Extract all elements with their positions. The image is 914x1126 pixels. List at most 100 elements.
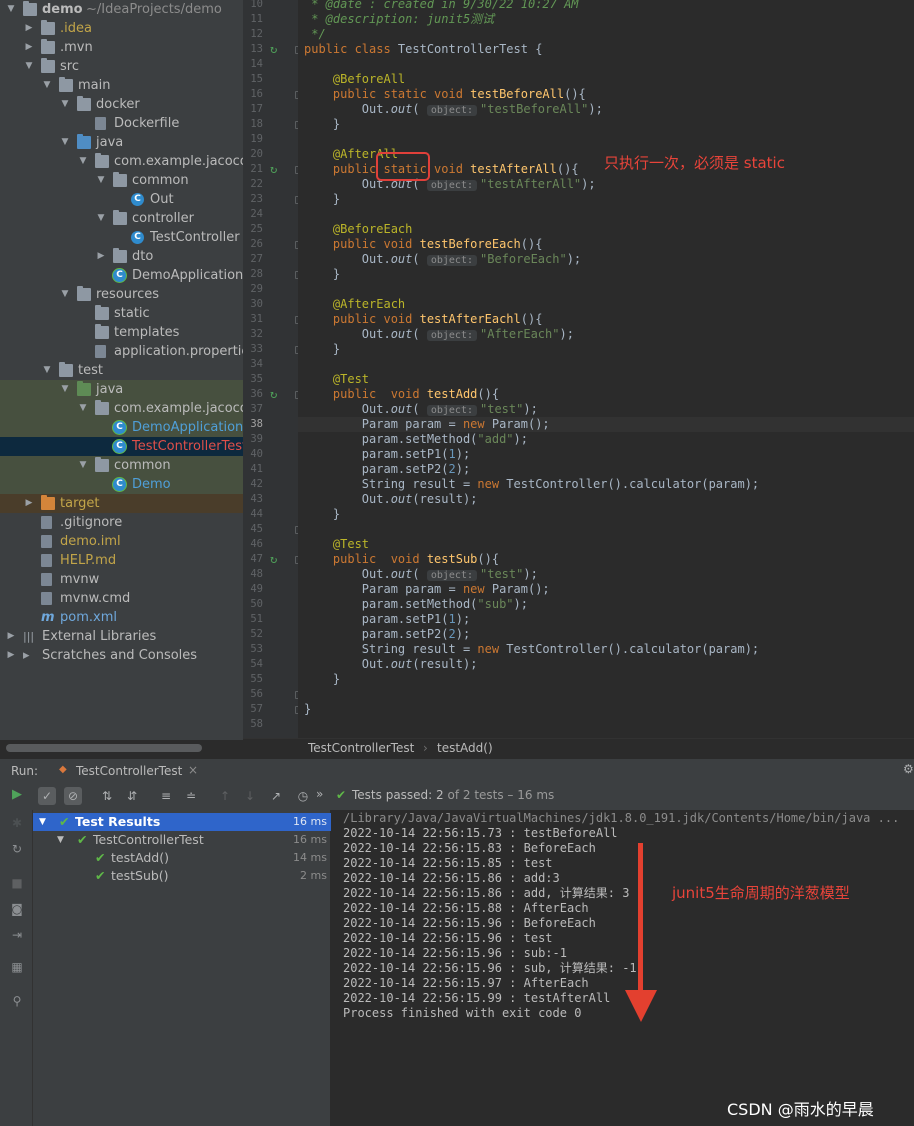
tree-item[interactable]: mvnw [0, 570, 243, 589]
collapse-all-icon[interactable]: ≐ [182, 787, 200, 805]
chevron-down-icon[interactable]: ▼ [57, 831, 64, 849]
show-ignored-icon[interactable]: ⊘ [64, 787, 82, 805]
chevron-down-icon[interactable]: ▼ [24, 57, 34, 76]
tree-item[interactable]: ▼ common [0, 456, 243, 475]
tree-item[interactable]: ▶ ▸ Scratches and Consoles [0, 646, 243, 665]
tree-item[interactable]: ▼ resources [0, 285, 243, 304]
stop-icon[interactable]: ■ [10, 876, 24, 890]
run-test-gutter-icon[interactable]: ↻ [270, 162, 277, 177]
tree-item[interactable]: ▼ common [0, 171, 243, 190]
layout-icon[interactable]: ▦ [10, 960, 24, 974]
chevron-right-icon[interactable]: ▶ [96, 247, 106, 266]
tree-item[interactable]: ▼ com.example.jacoco [0, 399, 243, 418]
tree-item[interactable]: ▼ src [0, 57, 243, 76]
tree-horizontal-scrollbar[interactable] [6, 744, 202, 752]
tree-item[interactable]: ▼ demo ~/IdeaProjects/demo [0, 0, 243, 19]
chevron-down-icon[interactable]: ▼ [96, 171, 106, 190]
tree-item[interactable]: ▼ com.example.jacoco [0, 152, 243, 171]
chevron-down-icon[interactable]: ▼ [78, 456, 88, 475]
run-test-gutter-icon[interactable]: ↻ [270, 387, 277, 402]
tree-item[interactable]: ▼ java [0, 380, 243, 399]
chevron-down-icon[interactable]: ▼ [60, 380, 70, 399]
tree-item[interactable]: C TestControllerTest [0, 437, 243, 456]
tree-item[interactable]: ▼ docker [0, 95, 243, 114]
test-result-row[interactable]: ▼ ✔ Test Results 16 ms [33, 813, 331, 831]
chevron-right-icon[interactable]: ▶ [24, 19, 34, 38]
tree-item[interactable]: static [0, 304, 243, 323]
chevron-down-icon[interactable]: ▼ [78, 152, 88, 171]
export-icon[interactable]: ↗ [267, 787, 285, 805]
breadcrumb-class[interactable]: TestControllerTest [308, 741, 414, 755]
tree-item[interactable]: C TestController [0, 228, 243, 247]
debug-icon[interactable]: ✱ [10, 816, 24, 830]
run-test-gutter-icon[interactable]: ↻ [270, 42, 277, 57]
chevron-down-icon[interactable]: ▼ [60, 95, 70, 114]
tree-item[interactable]: m pom.xml [0, 608, 243, 627]
chevron-down-icon[interactable]: ▼ [42, 361, 52, 380]
tree-item[interactable]: ▶ dto [0, 247, 243, 266]
expand-all-icon[interactable]: ≡ [157, 787, 175, 805]
code-editor[interactable]: * @date : created in 9/30/22 10:27 AM * … [298, 0, 914, 738]
chevron-down-icon[interactable]: ▼ [60, 285, 70, 304]
tree-item[interactable]: C Out [0, 190, 243, 209]
tree-item[interactable]: application.properties [0, 342, 243, 361]
tree-item[interactable]: ▼ controller [0, 209, 243, 228]
rerun-failed-icon[interactable]: ↻ [10, 842, 24, 856]
tree-item[interactable]: ▶ target [0, 494, 243, 513]
tree-item[interactable]: ▼ test [0, 361, 243, 380]
exit-icon[interactable]: ⇥ [10, 928, 24, 942]
test-result-row[interactable]: ▼ ✔ TestControllerTest 16 ms [33, 831, 331, 849]
tree-item[interactable]: ▼ java [0, 133, 243, 152]
chevron-down-icon[interactable]: ▼ [42, 76, 52, 95]
rerun-icon[interactable]: ▶ [12, 787, 22, 802]
gear-icon[interactable]: ⚙ [903, 762, 914, 776]
line-number: 33 [250, 343, 263, 355]
chevron-right-icon[interactable]: ▶ [24, 494, 34, 513]
test-result-row[interactable]: ✔ testSub() 2 ms [33, 867, 331, 885]
chevron-down-icon[interactable]: ▼ [78, 399, 88, 418]
code-line: * @date : created in 9/30/22 10:27 AM [298, 0, 914, 12]
more-icon[interactable]: » [316, 787, 323, 801]
code-line: param.setMethod("add"); [298, 432, 914, 447]
chevron-right-icon[interactable]: ▶ [24, 38, 34, 57]
tree-item[interactable]: ▼ main [0, 76, 243, 95]
tree-item[interactable]: C DemoApplication [0, 266, 243, 285]
chevron-down-icon[interactable]: ▼ [96, 209, 106, 228]
breadcrumb-method[interactable]: testAdd() [437, 741, 493, 755]
code-token: ( [412, 252, 427, 266]
show-passed-icon[interactable]: ✓ [38, 787, 56, 805]
tree-item[interactable]: .gitignore [0, 513, 243, 532]
tree-item[interactable]: C DemoApplication [0, 418, 243, 437]
tree-item[interactable]: C Demo [0, 475, 243, 494]
tree-item[interactable]: ▶ .idea [0, 19, 243, 38]
tree-item[interactable]: HELP.md [0, 551, 243, 570]
tree-item[interactable]: ▶ .mvn [0, 38, 243, 57]
camera-icon[interactable]: ◙ [10, 902, 24, 916]
history-icon[interactable]: ◷ [294, 787, 312, 805]
next-failed-icon[interactable]: ↓ [241, 787, 259, 805]
chevron-down-icon[interactable]: ▼ [6, 0, 16, 19]
sort-alpha-icon[interactable]: ⇅ [98, 787, 116, 805]
tree-item-label: src [60, 59, 79, 74]
chevron-right-icon[interactable]: ▶ [6, 627, 16, 646]
tree-item-label: application.properties [114, 344, 243, 359]
chevron-down-icon[interactable]: ▼ [60, 133, 70, 152]
tree-item[interactable]: demo.iml [0, 532, 243, 551]
tree-item[interactable]: templates [0, 323, 243, 342]
tree-item[interactable]: mvnw.cmd [0, 589, 243, 608]
sort-duration-icon[interactable]: ⇵ [123, 787, 141, 805]
run-test-gutter-icon[interactable]: ↻ [270, 552, 277, 567]
prev-failed-icon[interactable]: ↑ [216, 787, 234, 805]
folder-icon [77, 96, 91, 111]
test-result-row[interactable]: ✔ testAdd() 14 ms [33, 849, 331, 867]
close-icon[interactable]: × [188, 763, 198, 777]
tree-item[interactable]: ▶ ||| External Libraries [0, 627, 243, 646]
run-tab-label[interactable]: TestControllerTest [76, 764, 182, 778]
pin-icon[interactable]: ⚲ [10, 994, 24, 1008]
chevron-down-icon[interactable]: ▼ [39, 813, 46, 831]
console-output[interactable]: /Library/Java/JavaVirtualMachines/jdk1.8… [331, 810, 914, 1126]
chevron-right-icon[interactable]: ▶ [6, 646, 16, 665]
tree-item[interactable]: Dockerfile [0, 114, 243, 133]
